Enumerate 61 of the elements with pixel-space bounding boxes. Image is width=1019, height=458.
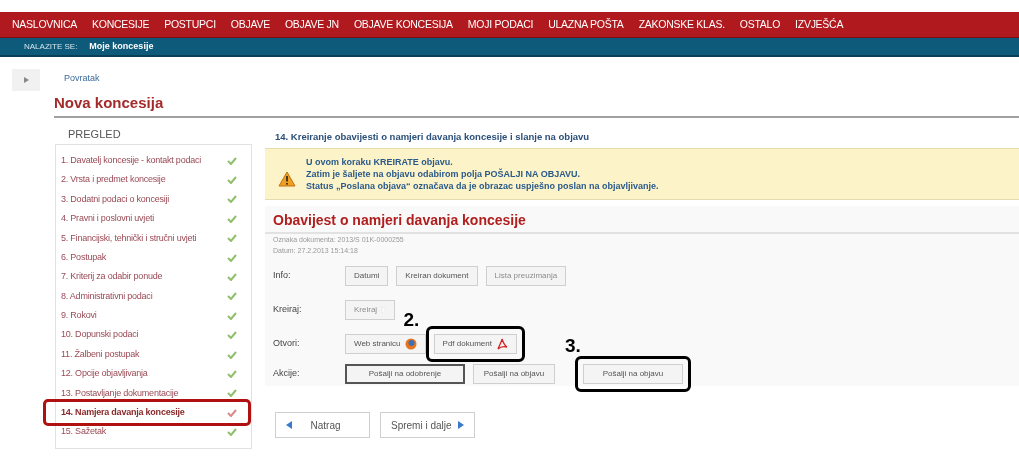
next-button[interactable]: Spremi i dalje (380, 412, 475, 438)
row-label: Info: (272, 269, 292, 283)
step-link[interactable]: 3. Dodatni podaci o koncesiji (61, 192, 170, 207)
form-title: Obavijest o namjeri davanja koncesije (273, 211, 527, 230)
nav-link[interactable]: KONCESIJE (92, 16, 150, 33)
check-icon (227, 370, 237, 378)
alert-text: Status „Poslana objava“ označava da je obrazac uspješno poslan na objavljivanje. (306, 180, 659, 192)
page-title: Nova koncesija (54, 91, 1019, 118)
back-link[interactable]: Povratak (64, 72, 1019, 86)
pdf-icon (495, 338, 508, 350)
left-arrow-icon (286, 421, 292, 429)
action-button[interactable]: Datumi (345, 266, 389, 286)
nav-link[interactable]: OBJAVE (230, 16, 270, 33)
step-link[interactable]: 6. Postupak (61, 250, 107, 265)
action-button[interactable]: Pošalji na objavu (473, 364, 555, 384)
check-icon (227, 428, 237, 437)
step-link[interactable]: 8. Administrativni podaci (61, 289, 153, 304)
nav-link[interactable]: OSTALO (739, 16, 781, 33)
breadcrumb-label: NALAZITE SE: (24, 40, 78, 53)
check-icon (227, 156, 237, 165)
step-link[interactable]: 13. Postavljanje dokumentacije (61, 386, 179, 401)
globe-icon (404, 338, 417, 350)
action-button[interactable]: Pdf dokument (433, 334, 517, 354)
alert-text: Zatim je šaljete na objavu odabirom polja POŠALJI NA OBJAVU. (306, 168, 582, 180)
action-button[interactable]: Web stranicu (345, 334, 426, 354)
step-link[interactable]: 5. Financijski, tehnički i stručni uvjeti (61, 231, 197, 245)
nav-link[interactable]: IZVJEŠĆA (795, 16, 844, 33)
step-link[interactable]: 15. Sažetak (61, 425, 107, 439)
action-button[interactable]: Pošalji na odobrenje (345, 364, 465, 384)
nav-link[interactable]: MOJI PODACI (467, 16, 534, 33)
step-link[interactable]: 1. Davatelj koncesije - kontakt podaci (61, 153, 202, 168)
row-label: Otvori: (272, 337, 301, 351)
breadcrumb-current: Moje koncesije (89, 39, 154, 53)
section-title: 14. Kreiranje obavijesti o namjeri davanja koncesije i slanje na objavu (275, 130, 591, 144)
step-link[interactable]: 12. Opcije objavljivanja (61, 367, 148, 381)
play-icon (23, 77, 29, 83)
nav-link[interactable]: NASLOVNICA (12, 16, 78, 33)
step-link[interactable]: 9. Rokovi (61, 309, 97, 323)
nav-link[interactable]: OBJAVE JN (284, 16, 339, 33)
callout-number: 3. (565, 336, 581, 355)
step-link[interactable]: 4. Pravni i poslovni uvjeti (61, 212, 154, 226)
alert-text: U ovom koraku KREIRATE objavu. (306, 156, 454, 168)
step-link[interactable]: 10. Dopunski podaci (61, 328, 139, 342)
back-button[interactable]: Natrag (275, 412, 370, 438)
warning-icon (278, 171, 296, 187)
sidebar-heading: PREGLED (68, 127, 122, 142)
nav-link[interactable]: ULAZNA POŠTA (548, 16, 624, 33)
nav-link[interactable]: ZAKONSKE KLAS. (638, 16, 725, 33)
row-label: Akcije: (272, 367, 301, 381)
step-link[interactable]: 14. Namjera davanja koncesije (61, 406, 185, 420)
row-label: Kreiraj: (272, 303, 303, 317)
nav-link[interactable]: OBJAVE KONCESIJA (353, 16, 453, 33)
right-arrow-icon (458, 421, 464, 429)
action-button[interactable]: Kreiran dokument (396, 266, 478, 286)
nav-link[interactable]: POSTUPCI (164, 16, 216, 33)
step-link[interactable]: 11. Žalbeni postupak (61, 347, 140, 362)
expand-button[interactable] (12, 69, 40, 91)
step-link[interactable]: 7. Kriterij za odabir ponude (61, 270, 163, 284)
step-link[interactable]: 2. Vrsta i predmet koncesije (61, 173, 166, 187)
callout-number: 2. (403, 310, 420, 329)
action-button[interactable]: Pošalji na objavu (583, 364, 683, 384)
